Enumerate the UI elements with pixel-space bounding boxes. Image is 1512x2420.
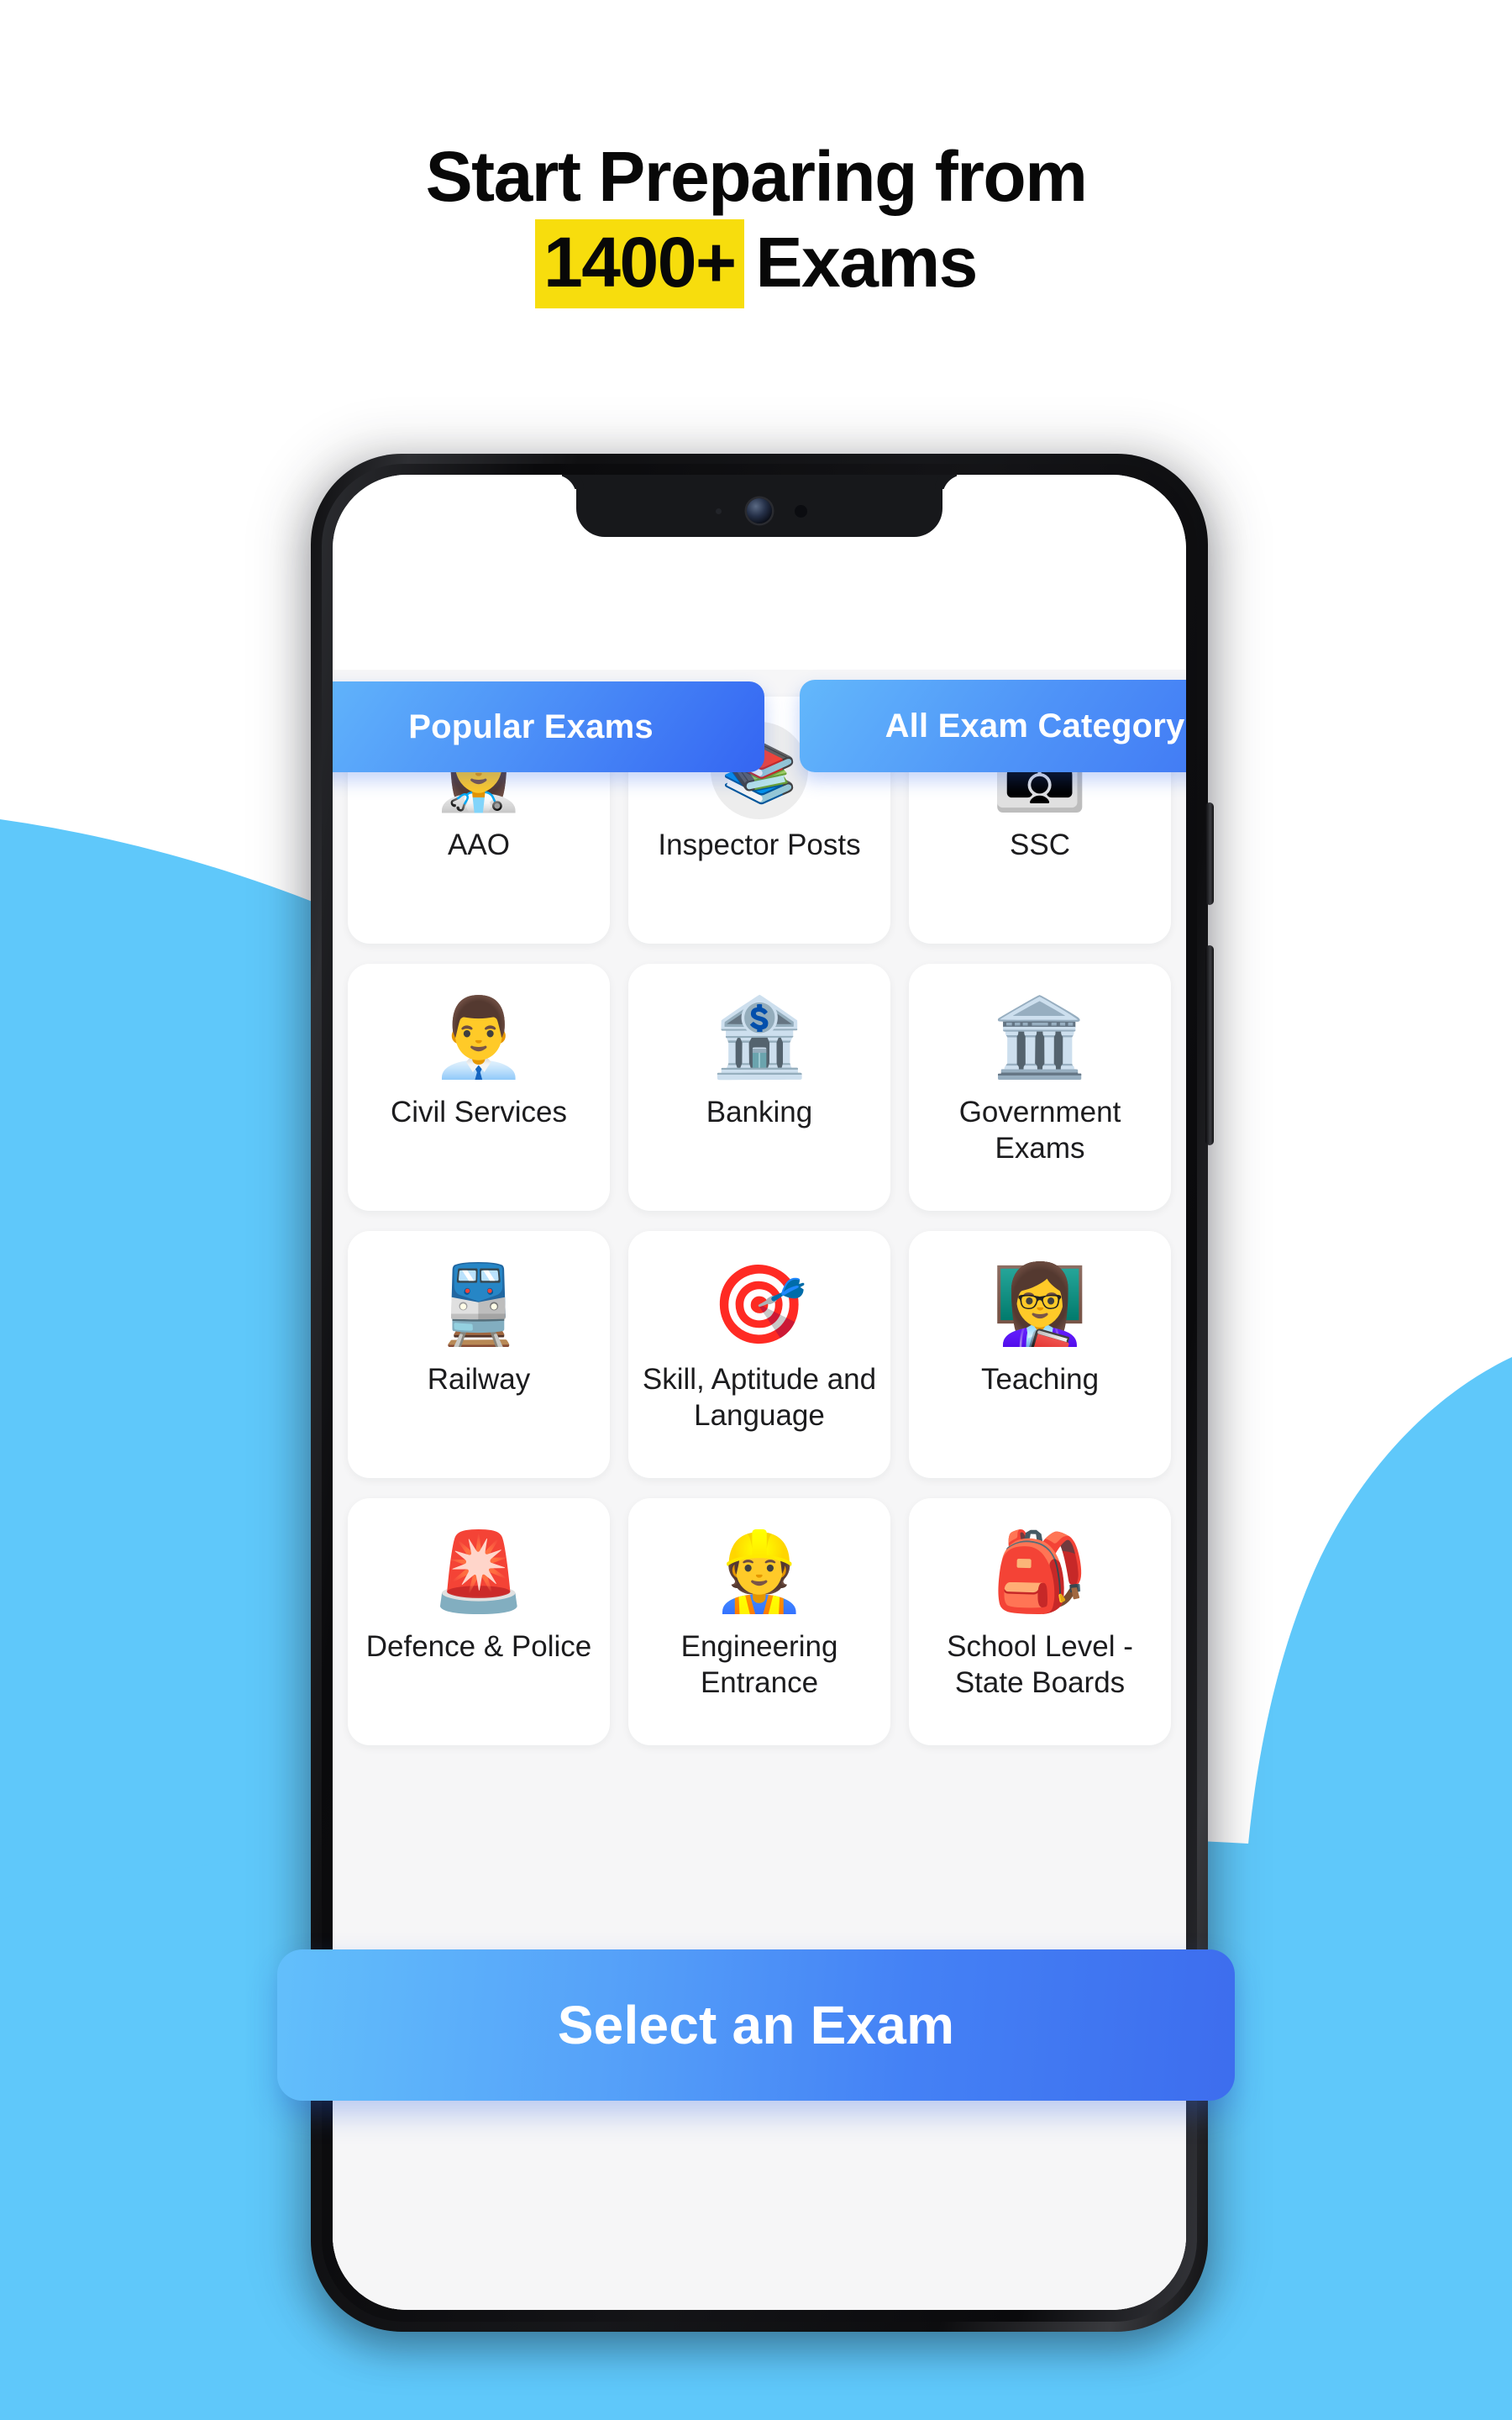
train-icon: 🚆 — [430, 1260, 528, 1349]
ambient-light-sensor-icon — [716, 508, 722, 514]
category-card[interactable]: 👨‍💼 Civil Services — [348, 964, 610, 1211]
category-card-label: SSC — [1010, 829, 1070, 861]
category-card-label: Banking — [706, 1096, 813, 1128]
category-card-label: AAO — [448, 829, 510, 861]
headline-highlight-rest: Exams — [755, 223, 979, 302]
category-card-label: Defence & Police — [365, 1630, 592, 1663]
headline-highlight-count: 1400+ — [535, 219, 744, 308]
speaker-at-podium-icon: 👨‍💼 — [430, 992, 528, 1082]
category-card[interactable]: 👷 Engineering Entrance — [628, 1498, 890, 1745]
backpack-icon: 🎒 — [991, 1527, 1089, 1617]
category-card-label: Skill, Aptitude and Language — [642, 1363, 877, 1432]
category-card[interactable]: 🚆 Railway — [348, 1231, 610, 1478]
select-an-exam-button[interactable]: Select an Exam — [277, 1949, 1235, 2101]
category-card-label: Engineering Entrance — [680, 1630, 838, 1699]
category-card[interactable]: 🎯 Skill, Aptitude and Language — [628, 1231, 890, 1478]
tab-all-exam-category[interactable]: All Exam Category — [800, 680, 1186, 772]
dart-target-icon: 🎯 — [711, 1260, 808, 1349]
headline-line-2: 1400+ Exams — [0, 219, 1512, 308]
category-card[interactable]: 🎒 School Level - State Boards — [909, 1498, 1171, 1745]
category-card[interactable]: 🏛️ Government Exams — [909, 964, 1171, 1211]
category-card[interactable]: 👩‍🏫 Teaching — [909, 1231, 1171, 1478]
headline-block: Start Preparing from 1400+ Exams — [0, 137, 1512, 308]
teacher-with-book-icon: 👩‍🏫 — [991, 1260, 1089, 1349]
category-card[interactable]: 🚨 Defence & Police — [348, 1498, 610, 1745]
proximity-sensor-icon — [795, 505, 807, 518]
promo-screenshot: Start Preparing from 1400+ Exams Popular … — [0, 0, 1512, 2420]
category-card-label: Teaching — [980, 1363, 1100, 1396]
tab-popular-exams[interactable]: Popular Exams — [333, 681, 764, 772]
phone-volume-button[interactable] — [1205, 802, 1214, 905]
category-card-label: Government Exams — [958, 1096, 1121, 1165]
construction-worker-icon: 👷 — [711, 1527, 808, 1617]
category-card-label: Inspector Posts — [658, 829, 861, 861]
headline-line-1: Start Preparing from — [425, 137, 1088, 216]
police-siren-icon: 🚨 — [430, 1527, 528, 1617]
category-card-label: Civil Services — [390, 1096, 568, 1128]
category-grid: 👩‍⚕️AAO📚Inspector Posts👪SSC👨‍💼Civil Serv… — [348, 697, 1171, 1745]
phone-power-button[interactable] — [1205, 945, 1214, 1145]
bank-building-icon: 🏦 — [711, 992, 808, 1082]
front-camera-icon — [747, 498, 772, 523]
category-card[interactable]: 🏦 Banking — [628, 964, 890, 1211]
category-card-label: School Level - State Boards — [947, 1630, 1133, 1699]
government-building-flag-icon: 🏛️ — [991, 992, 1089, 1082]
category-card-label: Railway — [427, 1363, 531, 1396]
phone-notch — [576, 475, 942, 537]
right-blue-curve-shape — [1242, 1357, 1512, 2420]
